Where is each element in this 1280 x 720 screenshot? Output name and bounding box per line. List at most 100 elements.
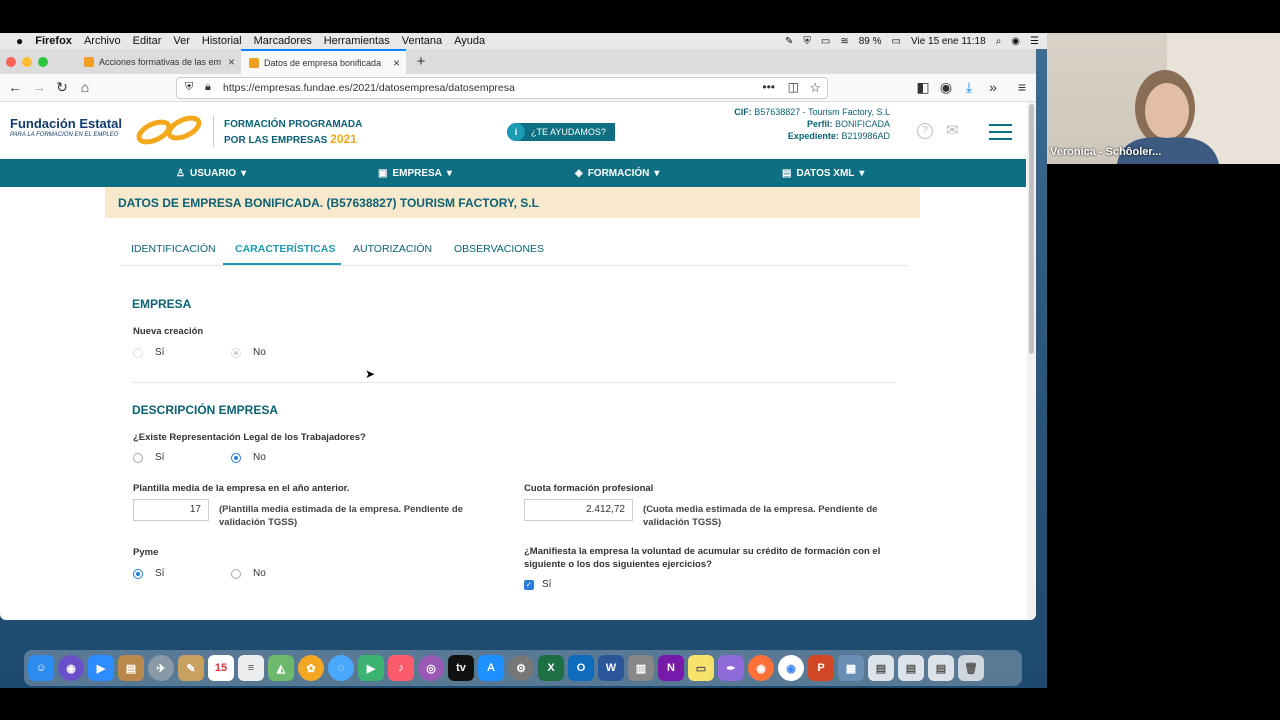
apple-icon[interactable]: ●: [10, 34, 29, 48]
system-preferences-icon[interactable]: ⚙: [508, 655, 534, 681]
shield-status-icon[interactable]: ⛨: [803, 36, 811, 47]
excel-icon[interactable]: X: [538, 655, 564, 681]
forward-icon[interactable]: →: [30, 79, 48, 95]
page-actions-icon[interactable]: •••: [762, 80, 775, 94]
word-icon[interactable]: W: [598, 655, 624, 681]
display-icon[interactable]: ▭: [821, 36, 830, 47]
document-thumb-icon[interactable]: ▤: [928, 655, 954, 681]
representacion-si[interactable]: Sí: [133, 452, 164, 463]
hamburger-menu-icon[interactable]: [989, 124, 1012, 140]
tab-datos-empresa[interactable]: Datos de empresa bonificada ×: [241, 49, 406, 74]
facetime-icon[interactable]: ▶: [358, 655, 384, 681]
battery-icon[interactable]: ▭: [892, 36, 901, 47]
sidebar-icon[interactable]: ◧: [914, 79, 932, 96]
menu-herramientas[interactable]: Herramientas: [318, 35, 396, 47]
cuota-input[interactable]: 2.412,72: [524, 499, 633, 521]
radio-button[interactable]: [231, 347, 241, 358]
account-icon[interactable]: ◉: [937, 79, 955, 96]
app-menu-icon[interactable]: ≡: [1013, 79, 1031, 95]
messages-icon[interactable]: ◌: [328, 655, 354, 681]
reload-icon[interactable]: ↻: [53, 79, 71, 96]
finder-icon[interactable]: ☺: [28, 655, 54, 681]
tab-autorizacion[interactable]: AUTORIZACIÓN: [353, 243, 432, 255]
download-icon[interactable]: ⤓: [960, 79, 978, 96]
apple-tv-icon[interactable]: tv: [448, 655, 474, 681]
lock-icon[interactable]: 🔒︎: [205, 81, 211, 94]
representacion-no[interactable]: No: [231, 452, 266, 463]
close-tab-icon[interactable]: ×: [393, 56, 400, 70]
url-text[interactable]: https://empresas.fundae.es/2021/datosemp…: [223, 82, 515, 94]
photos-icon[interactable]: ✿: [298, 655, 324, 681]
acumular-si[interactable]: ✓ Sí: [524, 579, 551, 590]
music-icon[interactable]: ♪: [388, 655, 414, 681]
pyme-no[interactable]: No: [231, 568, 266, 579]
document-thumb-icon[interactable]: ▤: [898, 655, 924, 681]
zoom-window-icon[interactable]: [38, 57, 48, 67]
pyme-si[interactable]: Sí: [133, 568, 164, 579]
scrollbar[interactable]: [1027, 102, 1036, 620]
stickies-icon[interactable]: ▭: [688, 655, 714, 681]
preview-doc-icon[interactable]: ▦: [838, 655, 864, 681]
video-participant-tile[interactable]: [1047, 33, 1280, 164]
notes-folder-icon[interactable]: ▤: [118, 655, 144, 681]
mail-icon[interactable]: ✉: [946, 121, 959, 139]
trash-icon[interactable]: 🗑︎: [958, 655, 984, 681]
menu-historial[interactable]: Historial: [196, 35, 248, 47]
podcasts-icon[interactable]: ◎: [418, 655, 444, 681]
menu-app-firefox[interactable]: Firefox: [29, 35, 78, 47]
scrollbar-thumb[interactable]: [1029, 104, 1034, 354]
close-tab-icon[interactable]: ×: [228, 55, 235, 69]
siri-icon[interactable]: ◉: [58, 655, 84, 681]
radio-button[interactable]: [231, 568, 241, 579]
control-center-icon[interactable]: ☰: [1030, 36, 1039, 47]
bookmark-star-icon[interactable]: ☆: [809, 80, 821, 96]
onenote-icon[interactable]: N: [658, 655, 684, 681]
calendar-icon[interactable]: 15: [208, 655, 234, 681]
tab-acciones-formativas[interactable]: Acciones formativas de las em ×: [76, 49, 241, 74]
maps-icon[interactable]: ◭: [268, 655, 294, 681]
close-window-icon[interactable]: [6, 57, 16, 67]
new-tab-icon[interactable]: +: [406, 49, 436, 74]
nav-datos-xml[interactable]: ▤ DATOS XML ▾: [782, 159, 864, 187]
launchpad-icon[interactable]: ✈: [148, 655, 174, 681]
plantilla-input[interactable]: 17: [133, 499, 209, 521]
menu-editar[interactable]: Editar: [127, 35, 168, 47]
checkbox-checked-icon[interactable]: ✓: [524, 579, 534, 590]
nav-empresa[interactable]: ▣ EMPRESA ▾: [378, 159, 452, 187]
wifi-icon[interactable]: ≋: [840, 36, 848, 47]
tab-caracteristicas[interactable]: CARACTERÍSTICAS: [235, 243, 335, 255]
shield-icon[interactable]: ⛨: [185, 81, 193, 94]
nueva-creacion-si[interactable]: Sí: [133, 347, 164, 358]
more-tools-icon[interactable]: »: [984, 79, 1002, 95]
spotlight-icon[interactable]: ⌕: [996, 36, 1002, 47]
outlook-icon[interactable]: O: [568, 655, 594, 681]
url-bar[interactable]: ⛨ 🔒︎ https://empresas.fundae.es/2021/dat…: [176, 77, 828, 99]
menu-archivo[interactable]: Archivo: [78, 35, 127, 47]
nueva-creacion-no[interactable]: No: [231, 347, 266, 358]
menu-ayuda[interactable]: Ayuda: [448, 35, 491, 47]
fundae-logo[interactable]: Fundación Estatal PARA LA FORMACIÓN EN E…: [10, 116, 122, 138]
reminders-icon[interactable]: ≡: [238, 655, 264, 681]
feather-icon[interactable]: ✒: [718, 655, 744, 681]
minimize-window-icon[interactable]: [22, 57, 32, 67]
document-thumb-icon[interactable]: ▤: [868, 655, 894, 681]
menu-ventana[interactable]: Ventana: [396, 35, 448, 47]
radio-button[interactable]: [133, 568, 143, 579]
firefox-icon[interactable]: ◉: [748, 655, 774, 681]
books-icon[interactable]: ▥: [628, 655, 654, 681]
radio-button[interactable]: [231, 452, 241, 463]
tab-identificacion[interactable]: IDENTIFICACIÓN: [131, 243, 216, 255]
nav-usuario[interactable]: ♙ USUARIO ▾: [176, 159, 246, 187]
battery-label[interactable]: 89 %: [859, 36, 882, 47]
powerpoint-icon[interactable]: P: [808, 655, 834, 681]
menu-ver[interactable]: Ver: [167, 35, 196, 47]
nav-formacion[interactable]: ◈ FORMACIÓN ▾: [575, 159, 659, 187]
user-icon[interactable]: ◉: [1011, 36, 1020, 47]
radio-button[interactable]: [133, 452, 143, 463]
pen-icon[interactable]: ✎: [785, 36, 793, 47]
chrome-icon[interactable]: ◉: [778, 655, 804, 681]
clock-label[interactable]: Vie 15 ene 11:18: [911, 36, 986, 47]
radio-button[interactable]: [133, 347, 143, 358]
help-button[interactable]: i ¿TE AYUDAMOS?: [507, 123, 615, 141]
pocket-icon[interactable]: ◫: [788, 80, 799, 94]
